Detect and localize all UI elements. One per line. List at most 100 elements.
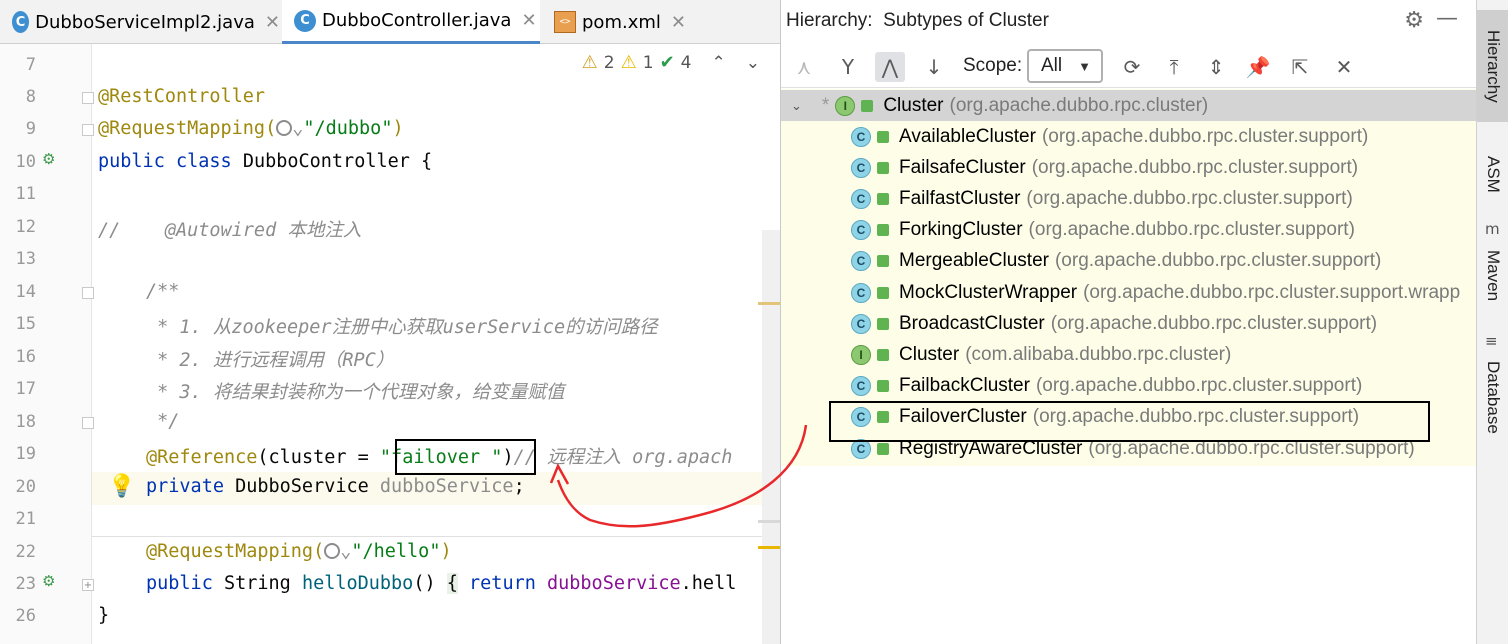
close-icon[interactable]: ✕ xyxy=(265,12,280,33)
tree-item[interactable]: C MockClusterWrapper (org.apache.dubbo.rpc… xyxy=(781,277,1477,308)
weak-warning-count: 1 xyxy=(642,52,654,73)
tree-item[interactable]: C FailfastCluster (org.apache.dubbo.rpc.cl… xyxy=(781,183,1477,214)
sort-alphabetically-icon[interactable]: ↓ xyxy=(919,52,949,82)
export-icon[interactable]: ⤒ xyxy=(1159,52,1189,82)
method-separator xyxy=(92,536,780,537)
warning-count: 2 xyxy=(603,52,615,73)
tree-item[interactable]: C MergeableCluster (org.apache.dubbo.rpc.c… xyxy=(781,246,1477,277)
line-number: 13 xyxy=(15,249,36,269)
tree-item-package: (org.apache.dubbo.rpc.cluster.support) xyxy=(1035,375,1363,397)
fold-marker-icon[interactable] xyxy=(82,92,94,104)
side-tab-asm[interactable]: ASM xyxy=(1477,148,1508,200)
class-icon: C xyxy=(851,313,871,334)
tree-item-name: MergeableCluster xyxy=(899,250,1049,272)
code-line: * 2. 进行远程调用（RPC） xyxy=(146,350,395,371)
tree-item-name: BroadcastCluster xyxy=(899,312,1045,334)
next-highlight-icon[interactable]: ⌄ xyxy=(746,53,760,73)
scrollbar-marker xyxy=(758,546,780,549)
editor-tab-bar: C DubboServiceImpl2.java ✕ C DubboContro… xyxy=(0,0,780,44)
expand-all-icon[interactable]: ⇕ xyxy=(1201,52,1231,82)
tree-item[interactable]: C ForkingCluster (org.apache.dubbo.rpc.clu… xyxy=(781,215,1477,246)
tab-dubbo-controller[interactable]: C DubboController.java ✕ xyxy=(282,0,540,44)
tree-item[interactable]: C AvailableCluster (org.apache.dubbo.rpc.c… xyxy=(781,121,1477,152)
tree-item-name: MockClusterWrapper xyxy=(899,281,1078,303)
tab-dubbo-service-impl2[interactable]: C DubboServiceImpl2.java ✕ xyxy=(0,0,280,44)
web-endpoint-icon[interactable] xyxy=(324,543,341,559)
side-tab-database[interactable]: Database xyxy=(1477,357,1508,437)
chevron-down-icon[interactable]: ⌄ xyxy=(791,98,802,114)
tree-root[interactable]: ⌄ * I Cluster (org.apache.dubbo.rpc.clust… xyxy=(781,90,1477,121)
scrollbar-marker xyxy=(758,520,780,523)
previous-highlight-icon[interactable]: ⌃ xyxy=(712,53,726,73)
side-tab-hierarchy[interactable]: Hierarchy xyxy=(1477,10,1508,122)
public-access-icon xyxy=(877,317,889,330)
editor-scrollbar[interactable] xyxy=(762,230,780,644)
tab-pom-xml[interactable]: <> pom.xml ✕ xyxy=(542,0,692,44)
tree-item-name: ForkingCluster xyxy=(899,219,1023,241)
public-access-icon xyxy=(877,348,889,361)
spring-endpoint-icon[interactable]: ⚙ xyxy=(42,572,55,590)
line-number: 11 xyxy=(15,184,36,204)
line-number: 17 xyxy=(15,379,36,399)
web-endpoint-icon[interactable] xyxy=(276,120,293,136)
typo-check-icon: ✔ xyxy=(659,52,675,73)
pin-icon[interactable]: 📌 xyxy=(1243,52,1273,82)
asterisk-icon: * xyxy=(821,94,830,116)
class-icon: C xyxy=(851,188,871,209)
close-icon[interactable]: ✕ xyxy=(671,12,686,33)
scrollbar-marker xyxy=(758,302,780,305)
tree-item-package: (org.apache.dubbo.rpc.cluster.support.wr… xyxy=(1083,281,1461,303)
spring-bean-icon[interactable]: ⚙ xyxy=(42,150,55,168)
tree-item-name: AvailableCluster xyxy=(899,125,1036,147)
interface-icon: I xyxy=(835,95,856,116)
line-number: 8 xyxy=(25,87,36,107)
line-number: 21 xyxy=(15,509,36,529)
refresh-icon[interactable]: ⟳ xyxy=(1117,52,1147,82)
chevron-down-icon: ▼ xyxy=(1078,58,1091,74)
class-icon: C xyxy=(851,220,871,241)
minimize-icon[interactable]: — xyxy=(1436,6,1458,31)
subtypes-hierarchy-icon[interactable]: ⋀ xyxy=(875,52,905,82)
tree-item-package: (org.apache.dubbo.rpc.cluster.support) xyxy=(1041,125,1369,147)
fold-marker-icon[interactable] xyxy=(82,417,94,429)
line-number: 9 xyxy=(25,119,36,139)
code-line: public String helloDubbo() { return dubb… xyxy=(146,573,737,594)
supertypes-hierarchy-icon[interactable]: ⋏ xyxy=(789,52,819,82)
code-line: @RequestMapping(⌄"/dubbo") xyxy=(98,118,404,139)
line-number: 26 xyxy=(15,606,36,626)
public-access-icon xyxy=(877,286,889,299)
weak-warning-icon: ⚠ xyxy=(620,52,637,73)
fold-marker-icon[interactable] xyxy=(82,124,94,136)
open-in-window-icon[interactable]: ⇱ xyxy=(1285,52,1315,82)
tree-item[interactable]: I Cluster (com.alibaba.dubbo.rpc.cluster) xyxy=(781,339,1477,370)
line-number: 15 xyxy=(15,314,36,334)
inspection-widget[interactable]: ⚠ 2 ⚠ 1 ✔ 4 ⌃ ⌄ xyxy=(582,52,760,73)
close-icon[interactable]: ✕ xyxy=(521,10,536,31)
expand-marker-icon[interactable]: + xyxy=(82,579,94,591)
public-access-icon xyxy=(877,224,889,237)
tree-item[interactable]: C BroadcastCluster (org.apache.dubbo.rpc.c… xyxy=(781,308,1477,339)
class-icon: C xyxy=(851,376,871,397)
gear-icon[interactable]: ⚙ xyxy=(1404,8,1424,33)
close-icon[interactable]: ✕ xyxy=(1329,52,1359,82)
public-access-icon xyxy=(877,192,889,205)
tree-item[interactable]: C FailsafeCluster (org.apache.dubbo.rpc.cl… xyxy=(781,152,1477,183)
tab-label: pom.xml xyxy=(582,11,661,33)
fold-marker-icon[interactable] xyxy=(82,287,94,299)
code-line: // @Autowired 本地注入 xyxy=(98,220,362,241)
code-editor[interactable]: C DubboServiceImpl2.java ✕ C DubboContro… xyxy=(0,0,780,644)
tab-label: DubboServiceImpl2.java xyxy=(35,11,255,33)
lightbulb-icon[interactable]: 💡 xyxy=(108,474,135,499)
line-number: 19 xyxy=(15,444,36,464)
public-access-icon xyxy=(877,380,889,393)
interface-icon: I xyxy=(851,344,871,365)
class-icon: C xyxy=(851,282,871,303)
tree-item[interactable]: C FailbackCluster (org.apache.dubbo.rpc.cl… xyxy=(781,371,1477,402)
scope-select[interactable]: All ▼ xyxy=(1027,49,1103,83)
tree-item-package: (com.alibaba.dubbo.rpc.cluster) xyxy=(965,343,1232,365)
type-hierarchy-icon[interactable]: Y xyxy=(833,52,863,82)
side-tab-maven[interactable]: Maven xyxy=(1477,245,1508,307)
failover-cluster-highlight-box xyxy=(829,401,1430,442)
failover-highlight-box xyxy=(395,439,536,475)
code-line: @RequestMapping(⌄"/hello") xyxy=(146,541,452,562)
